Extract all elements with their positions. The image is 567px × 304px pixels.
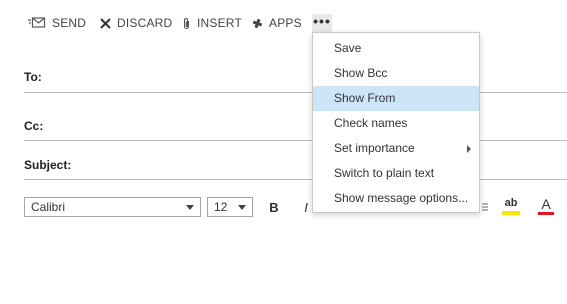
italic-icon: I — [304, 199, 308, 215]
menu-item-label: Show message options... — [334, 191, 469, 205]
menu-item-label: Show From — [334, 91, 396, 105]
apps-icon — [252, 18, 263, 28]
menu-item-label: Switch to plain text — [334, 166, 435, 180]
list-icon — [482, 203, 488, 211]
menu-item-check-names[interactable]: Check names — [313, 111, 479, 136]
menu-item-show-from[interactable]: Show From — [313, 86, 479, 111]
discard-label: DISCARD — [117, 16, 173, 30]
insert-button[interactable]: INSERT — [182, 12, 242, 34]
menu-item-switch-to-plain-text[interactable]: Switch to plain text — [313, 161, 479, 186]
bold-button[interactable]: B — [265, 197, 283, 217]
menu-item-label: Set importance — [334, 141, 415, 155]
font-size-value: 12 — [214, 200, 228, 214]
menu-item-label: Check names — [334, 116, 408, 130]
highlight-button[interactable]: ab — [500, 197, 522, 217]
discard-button[interactable]: DISCARD — [100, 12, 172, 34]
apps-label: APPS — [269, 16, 302, 30]
send-button[interactable]: SEND — [28, 12, 86, 34]
send-envelope-icon — [28, 17, 46, 28]
more-options-menu: Save Show Bcc Show From Check names Set … — [312, 32, 480, 213]
paperclip-icon — [183, 17, 190, 29]
cc-field[interactable] — [24, 140, 567, 141]
ellipsis-icon: ••• — [313, 12, 331, 29]
to-label: To: — [24, 70, 42, 84]
highlight-color-bar — [502, 210, 520, 215]
menu-item-show-message-options[interactable]: Show message options... — [313, 186, 479, 211]
menu-item-set-importance[interactable]: Set importance — [313, 136, 479, 161]
chevron-right-icon — [467, 145, 471, 153]
menu-item-label: Show Bcc — [334, 66, 388, 80]
to-field[interactable] — [24, 92, 567, 93]
chevron-down-icon — [186, 205, 194, 210]
menu-item-label: Save — [334, 41, 362, 55]
italic-button[interactable]: I — [300, 197, 312, 217]
highlight-icon: ab — [504, 196, 518, 209]
subject-field[interactable] — [24, 179, 567, 180]
bold-icon: B — [269, 199, 279, 215]
list-button[interactable] — [480, 197, 490, 217]
font-color-icon: A — [541, 196, 551, 212]
subject-label: Subject: — [24, 158, 72, 172]
font-color-bar — [538, 212, 554, 215]
cc-label: Cc: — [24, 119, 44, 133]
send-label: SEND — [52, 16, 87, 30]
insert-label: INSERT — [197, 16, 242, 30]
x-icon — [100, 17, 111, 29]
font-size-select[interactable]: 12 — [207, 197, 253, 217]
command-toolbar: SEND DISCARD INSERT APPS — [0, 12, 567, 34]
menu-item-show-bcc[interactable]: Show Bcc — [313, 61, 479, 86]
font-color-button[interactable]: A — [536, 197, 556, 217]
more-options-button[interactable]: ••• — [312, 14, 332, 32]
apps-button[interactable]: APPS — [252, 12, 302, 34]
font-family-select[interactable]: Calibri — [24, 197, 201, 217]
menu-item-save[interactable]: Save — [313, 36, 479, 61]
chevron-down-icon — [238, 205, 246, 210]
font-family-value: Calibri — [31, 200, 66, 214]
